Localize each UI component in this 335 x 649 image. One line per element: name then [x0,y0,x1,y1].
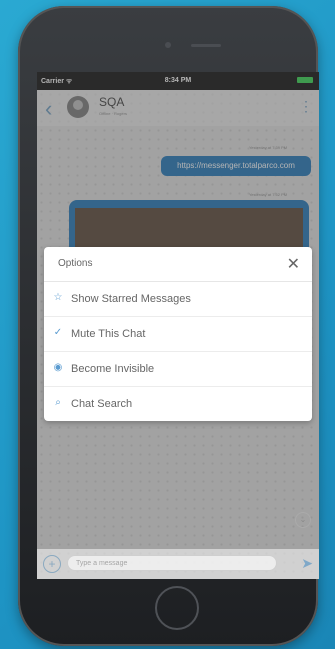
option-become-invisible[interactable]: ◉ Become Invisible [44,352,312,387]
option-chat-search[interactable]: ⌕ Chat Search [44,387,312,421]
option-show-starred-messages[interactable]: ☆ Show Starred Messages [44,282,312,317]
message-input[interactable]: Type a message [67,555,277,571]
add-attachment-button[interactable]: + [43,555,61,573]
eye-icon: ◉ [53,362,63,373]
dialog-header: Options ✕ [44,247,312,282]
option-mute-this-chat[interactable]: ✓ Mute This Chat [44,317,312,352]
message-composer: + Type a message ➤ [37,549,319,579]
check-icon: ✓ [53,327,63,338]
option-label: Mute This Chat [71,328,146,340]
option-label: Become Invisible [71,363,155,375]
speaker-grille [191,44,221,47]
star-icon: ☆ [53,292,63,303]
send-icon[interactable]: ➤ [301,555,313,572]
option-label: Show Starred Messages [71,293,191,305]
option-label: Chat Search [71,398,133,410]
app-screen: Carrier ᯤ 8:34 PM ‹ SQA Offline · Rogers… [37,72,319,579]
options-dialog: Options ✕ ☆ Show Starred Messages ✓ Mute… [44,247,312,421]
dialog-title: Options [58,258,93,269]
camera-dot [165,42,171,48]
home-button[interactable] [155,586,199,630]
scroll-down-icon[interactable]: ⌄ [295,512,311,528]
search-icon: ⌕ [55,397,61,408]
close-icon[interactable]: ✕ [287,254,300,274]
